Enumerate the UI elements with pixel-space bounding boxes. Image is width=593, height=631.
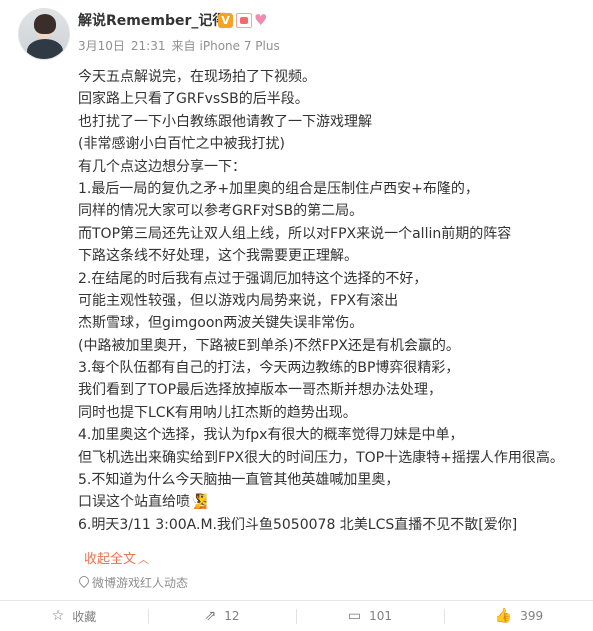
post-line: 5.不知道为什么今天脑抽一直管其他英雄喊加里奥， [78, 472, 400, 489]
collect-button[interactable]: ☆ 收藏 [0, 601, 148, 631]
username[interactable]: 解说Remember_记得 [78, 12, 226, 30]
comment-icon: ▭ [347, 608, 362, 624]
share-count: 12 [224, 609, 240, 623]
like-icon: 👍 [494, 608, 513, 624]
post-line: 今天五点解说完，在现场拍了下视频。 [78, 69, 316, 85]
post-line: (非常感谢小白百忙之中被我打扰) [78, 136, 285, 153]
post-line: 同时也提下LCK有用呐儿扛杰斯的趋势出现。 [78, 404, 357, 421]
post-line: (中路被加里奥开，下路被E到单杀)不然FPX还是有机会赢的。 [78, 337, 460, 354]
post-line: 4.加里奥这个选择，我认为fpx有很大的概率觉得刀妹是中单， [78, 427, 464, 444]
like-button[interactable]: 👍 399 [445, 601, 593, 631]
post-device: iPhone 7 Plus [199, 39, 280, 53]
comment-button[interactable]: ▭ 101 [296, 601, 444, 631]
star-icon: ☆ [51, 608, 65, 624]
avatar-body [27, 39, 63, 59]
post-meta: 3月10日 21:31 来自 iPhone 7 Plus [78, 38, 286, 54]
chevron-up-icon: ︿ [138, 553, 150, 566]
collapse-text-button[interactable]: 收起全文 ︿ [84, 551, 149, 569]
post-line: 3.每个队伍都有自己的打法，今天两边教练的BP博弈很精彩， [78, 360, 460, 377]
verified-badge[interactable]: V [218, 13, 233, 28]
location-icon [78, 576, 88, 588]
comment-count: 101 [369, 609, 393, 623]
post-line: 而TOP第三局还先让双人组上线，所以对FPX来说一个allin前期的阵容 [78, 225, 512, 242]
source-link[interactable]: 微博游戏红人动态 [78, 574, 188, 592]
post-line: 但飞机选出来确实给到FPX很大的时间压力，TOP十选康特+摇摆人作用很高。 [78, 449, 564, 466]
post-line: 口误这个站直给喷🧏 [78, 494, 208, 511]
avatar[interactable] [18, 8, 70, 60]
post-content: 今天五点解说完，在现场拍了下视频。 回家路上只看了GRFvsSB的后半段。 也打… [78, 66, 583, 536]
post-line: 同样的情况大家可以参考GRF对SB的第二局。 [78, 203, 364, 220]
post-line: 有几个点这边想分享一下： [78, 158, 246, 175]
post-date[interactable]: 3月10日 [78, 39, 125, 53]
post-line: 也打扰了一下小白教练跟他请教了一下游戏理解 [78, 113, 372, 130]
source-prefix: 来自 [171, 39, 196, 53]
collapse-label: 收起全文 [84, 552, 137, 567]
member-badge-icon[interactable] [236, 13, 252, 28]
post-line: 下路这条线不好处理，这个我需要更正理解。 [78, 248, 358, 265]
heart-badge-icon[interactable]: ♥ [254, 12, 270, 28]
like-count: 399 [520, 609, 544, 623]
post-time[interactable]: 21:31 [131, 39, 166, 53]
post-line: 可能主观性较强，但以游戏内局势来说，FPX有滚出 [78, 292, 399, 309]
post-line: 杰斯雪球，但gimgoon两波关键失误非常伤。 [78, 315, 364, 332]
post-line: 我们看到了TOP最后选择放掉版本一哥杰斯并想办法处理， [78, 382, 443, 399]
post-line: 1.最后一局的复仇之矛+加里奥的组合是压制住卢西安+布隆的， [78, 180, 479, 197]
share-icon: ⇗ [204, 608, 217, 624]
post-line: 回家路上只看了GRFvsSB的后半段。 [78, 91, 309, 108]
source-label: 微博游戏红人动态 [92, 576, 189, 590]
post-line: 6.明天3/11 3:00A.M.我们斗鱼5050078 北美LCS直播不见不散… [78, 516, 518, 533]
collect-label: 收藏 [72, 609, 97, 624]
action-bar: ☆ 收藏 ⇗ 12 ▭ 101 👍 399 [0, 601, 593, 631]
post-line: 2.在结尾的时后我有点过于强调厄加特这个选择的不好， [78, 270, 428, 287]
weibo-post: 解说Remember_记得 V ♥ 3月10日 21:31 来自 iPhone 7 P… [0, 0, 593, 631]
avatar-hair [34, 14, 56, 34]
share-button[interactable]: ⇗ 12 [148, 601, 296, 631]
